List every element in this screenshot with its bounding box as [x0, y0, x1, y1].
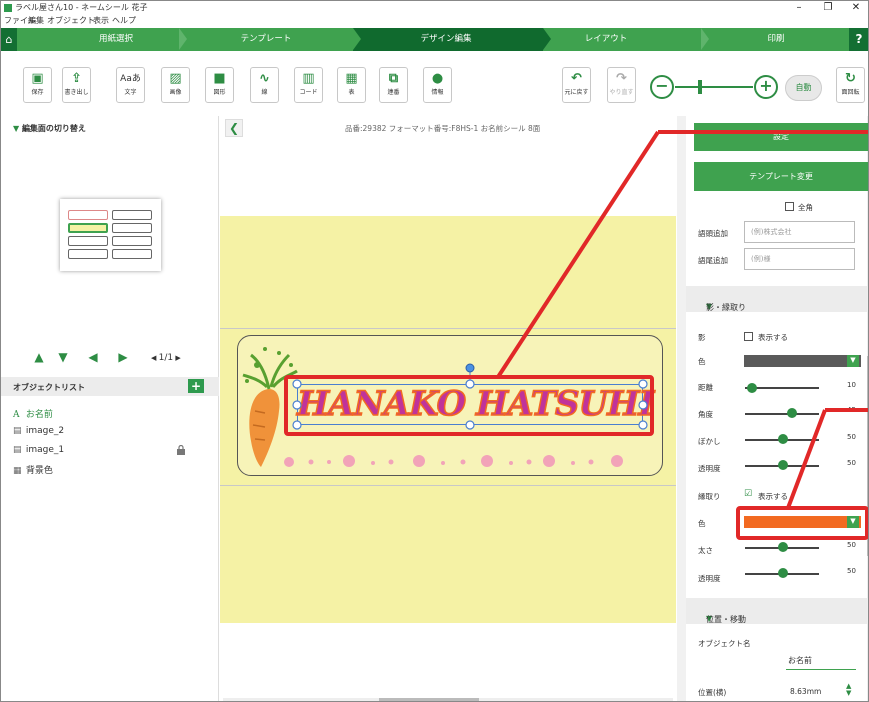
annotation-lines	[496, 130, 868, 509]
app-window: ラベル屋さん10 - ネームシール 花子 – ❐ ✕ ファイル 編集 オブジェク…	[0, 0, 869, 702]
